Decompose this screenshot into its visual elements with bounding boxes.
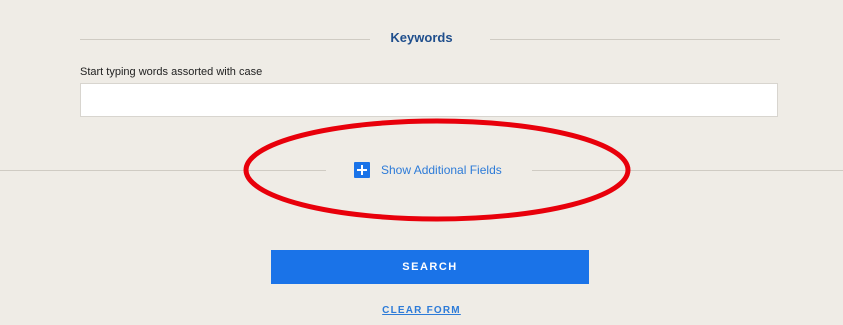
keywords-section-title: Keywords (390, 30, 453, 45)
search-form: Keywords Start typing words assorted wit… (0, 0, 843, 325)
additional-fields-divider-left (0, 170, 326, 171)
show-additional-fields-label[interactable]: Show Additional Fields (381, 163, 502, 177)
keywords-field-label: Start typing words assorted with case (80, 66, 263, 78)
show-additional-fields-toggle[interactable]: Show Additional Fields (354, 160, 502, 180)
search-button[interactable]: SEARCH (271, 250, 589, 284)
additional-fields-divider-right (532, 170, 843, 171)
keywords-input[interactable] (80, 83, 778, 117)
clear-form-link[interactable]: CLEAR FORM (0, 305, 843, 316)
plus-icon[interactable] (354, 162, 370, 178)
